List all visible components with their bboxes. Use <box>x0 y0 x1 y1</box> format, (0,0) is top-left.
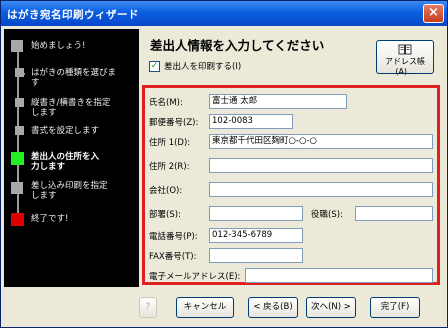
step-marker-icon <box>15 68 24 77</box>
job-title-field[interactable] <box>355 206 433 221</box>
job-title-label: 役職(S): <box>311 210 343 220</box>
company-label: 会社(O): <box>149 186 183 196</box>
phone-field[interactable]: 012-345-6789 <box>209 228 303 243</box>
step-label: 終了です! <box>31 214 69 224</box>
sender-info-form: 氏名(M): 富士通 太郎 郵便番号(Z): 102-0083 住所 1(D):… <box>142 85 440 285</box>
email-label: 電子メールアドレス(E): <box>149 272 241 282</box>
step-marker-icon <box>11 182 23 194</box>
step-marker-icon <box>11 152 24 165</box>
close-button[interactable]: × <box>423 4 444 23</box>
address-book-button[interactable]: アドレス帳(A)... <box>376 40 434 76</box>
step-label: はがきの種類を選びま す <box>31 68 117 88</box>
window-title: はがき宛名印刷ウィザード <box>7 9 139 21</box>
address2-field[interactable] <box>209 158 433 173</box>
fax-field[interactable] <box>209 248 303 263</box>
wizard-steps-panel: 始めましょう! はがきの種類を選びま す 縦書き/横書きを指定 します 書式を設… <box>4 29 139 287</box>
step-marker-icon <box>11 213 24 226</box>
company-field[interactable] <box>209 182 433 197</box>
department-label: 部署(S): <box>149 210 181 220</box>
step-label: 始めましょう! <box>31 41 86 51</box>
checkbox-check-icon[interactable]: ✓ <box>149 60 160 72</box>
back-button[interactable]: < 戻る(B) <box>248 297 298 318</box>
name-field[interactable]: 富士通 太郎 <box>209 94 347 109</box>
address2-label: 住所 2(R): <box>149 162 190 172</box>
address1-field[interactable]: 東京都千代田区麹町○-○-○ <box>209 134 433 149</box>
step-marker-icon <box>15 126 24 135</box>
step-marker-icon <box>15 98 24 107</box>
wizard-footer: ? キャンセル < 戻る(B) 次へ(N) > 完了(F) <box>1 291 447 327</box>
title-bar[interactable]: はがき宛名印刷ウィザード × <box>1 1 447 26</box>
address1-label: 住所 1(D): <box>149 138 191 148</box>
fax-label: FAX番号(T): <box>149 252 197 262</box>
zip-label: 郵便番号(Z): <box>149 118 199 128</box>
phone-label: 電話番号(P): <box>149 232 198 242</box>
next-button[interactable]: 次へ(N) > <box>306 297 356 318</box>
print-sender-checkbox[interactable]: ✓ 差出人を印刷する(I) <box>149 60 241 72</box>
main-content: 差出人情報を入力してください ✓ 差出人を印刷する(I) アドレス帳(A)...… <box>142 29 444 287</box>
zip-field[interactable]: 102-0083 <box>209 114 293 129</box>
address-book-label: アドレス帳(A)... <box>385 57 425 76</box>
help-button[interactable]: ? <box>139 297 157 318</box>
finish-button[interactable]: 完了(F) <box>370 297 420 318</box>
cancel-button[interactable]: キャンセル <box>176 297 234 318</box>
page-title: 差出人情報を入力してください <box>150 38 325 53</box>
step-label: 書式を設定します <box>31 126 100 136</box>
step-marker-icon <box>11 40 23 52</box>
department-field[interactable] <box>209 206 303 221</box>
email-field[interactable] <box>245 268 433 283</box>
print-sender-label: 差出人を印刷する(I) <box>164 62 242 72</box>
name-label: 氏名(M): <box>149 98 183 108</box>
step-label: 縦書き/横書きを指定 します <box>31 98 111 118</box>
step-label: 差し込み印刷を指定 します <box>31 181 108 201</box>
step-label: 差出人の住所を入 力します <box>31 152 100 172</box>
wizard-window: はがき宛名印刷ウィザード × 始めましょう! はがきの種類を選びま す 縦書き/… <box>0 0 448 328</box>
address-book-icon <box>398 44 412 55</box>
